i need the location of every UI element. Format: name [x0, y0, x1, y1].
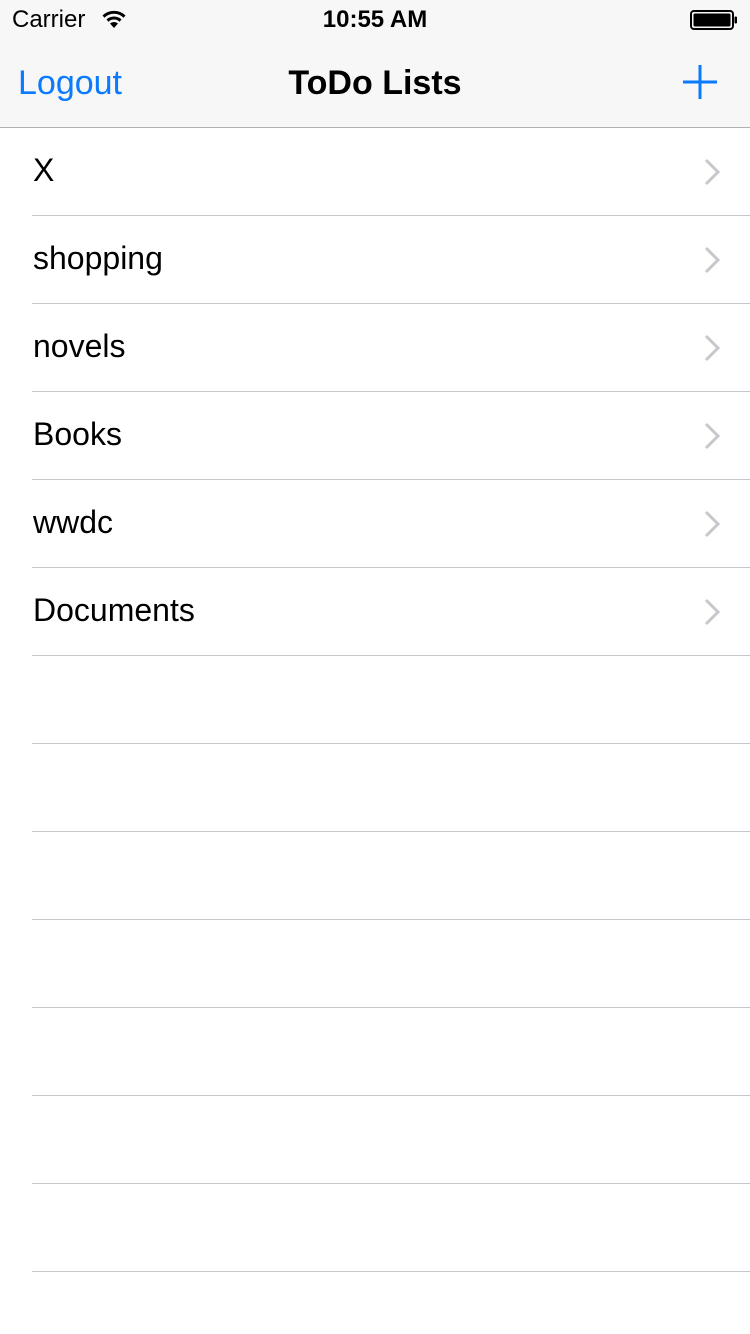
empty-row [0, 656, 750, 744]
plus-icon[interactable] [680, 62, 720, 102]
list-item[interactable]: wwdc [0, 480, 750, 568]
chevron-right-icon [704, 598, 720, 626]
empty-row [0, 920, 750, 1008]
empty-row [0, 832, 750, 920]
navigation-bar: Logout ToDo Lists [0, 40, 750, 128]
list-item-label: Documents [33, 592, 195, 628]
list-item[interactable]: X [0, 128, 750, 216]
screen: Carrier 10:55 AM Logout ToDo Lists X sho… [0, 0, 750, 1334]
clock: 10:55 AM [322, 6, 428, 33]
list-item[interactable]: Documents [0, 568, 750, 656]
page-title: ToDo Lists [288, 64, 462, 102]
list-item[interactable]: Books [0, 392, 750, 480]
empty-row [0, 744, 750, 832]
chevron-right-icon [704, 158, 720, 186]
status-bar: Carrier 10:55 AM [0, 0, 750, 40]
chevron-right-icon [704, 422, 720, 450]
chevron-right-icon [704, 246, 720, 274]
empty-row [0, 1008, 750, 1096]
list-item[interactable]: novels [0, 304, 750, 392]
list-item-label: Books [33, 416, 122, 452]
todo-list-table: X shopping novels Books wwdc Documents [0, 128, 750, 1272]
chevron-right-icon [704, 510, 720, 538]
chevron-right-icon [704, 334, 720, 362]
battery-icon [690, 10, 737, 30]
list-item-label: novels [33, 328, 126, 364]
list-item-label: X [33, 152, 55, 188]
list-item-label: shopping [33, 240, 163, 276]
empty-row [0, 1096, 750, 1184]
list-item[interactable]: shopping [0, 216, 750, 304]
empty-row [0, 1184, 750, 1272]
top-bar: Carrier 10:55 AM Logout ToDo Lists [0, 0, 750, 128]
list-item-label: wwdc [33, 504, 114, 540]
